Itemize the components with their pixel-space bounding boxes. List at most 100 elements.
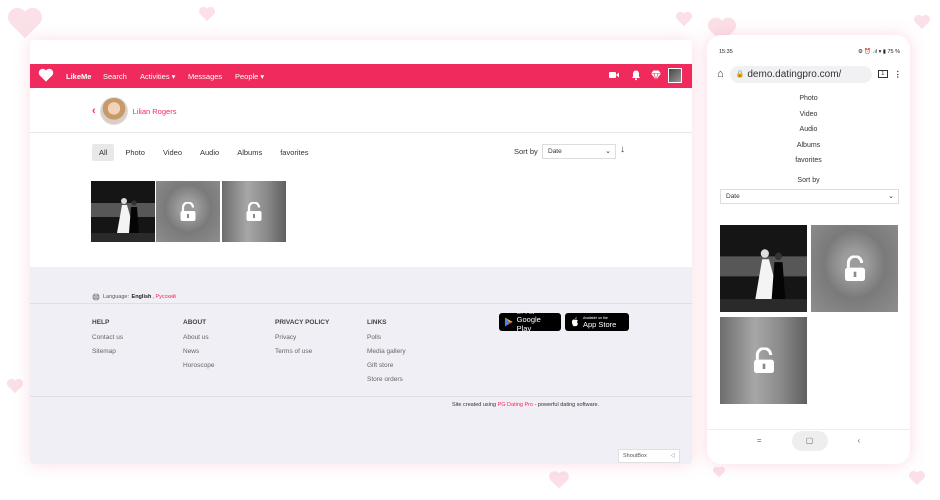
avatar[interactable] xyxy=(99,97,128,125)
mobile-thumb-locked[interactable] xyxy=(811,225,898,312)
nav-search[interactable]: Search xyxy=(103,72,127,81)
mobile-thumb-locked[interactable] xyxy=(720,317,807,404)
heart-decoration-icon xyxy=(712,466,726,478)
diamond-icon[interactable] xyxy=(650,69,662,81)
footer-divider xyxy=(30,303,692,304)
user-avatar[interactable] xyxy=(668,68,682,83)
google-play-button[interactable]: GET IT ON Google Play xyxy=(499,311,561,333)
globe-icon xyxy=(92,293,100,301)
credit-suffix: - powerful dating software. xyxy=(534,402,600,408)
footer-link[interactable]: About us xyxy=(183,334,214,341)
tab-albums[interactable]: Albums xyxy=(230,144,269,161)
mobile-tab-video[interactable]: Video xyxy=(707,107,910,123)
footer-col-privacy: PRIVACY POLICY Privacy Terms of use xyxy=(275,319,329,362)
gallery-thumb-photo[interactable] xyxy=(91,181,155,242)
nav-messages[interactable]: Messages xyxy=(188,72,222,81)
footer-link[interactable]: Contact us xyxy=(92,334,123,341)
bell-icon[interactable] xyxy=(630,69,642,81)
chevron-down-icon: ⌄ xyxy=(605,148,611,155)
google-play-icon xyxy=(504,317,513,327)
recents-icon[interactable]: = xyxy=(757,436,762,445)
home-button[interactable]: ▢ xyxy=(791,430,828,451)
profile-name[interactable]: Lilian Rogers xyxy=(133,107,177,116)
shoutbox-button[interactable]: ShoutBox ◁ xyxy=(618,449,680,463)
mobile-thumb-photo[interactable] xyxy=(720,225,807,312)
tab-photo[interactable]: Photo xyxy=(118,144,152,161)
credit-link[interactable]: PG Dating Pro xyxy=(498,402,533,408)
footer-link[interactable]: Media gallery xyxy=(367,348,406,355)
tab-favorites[interactable]: favorites xyxy=(273,144,315,161)
media-filter-tabs: All Photo Video Audio Albums favorites xyxy=(92,144,320,161)
status-bar: 15:35 ⚙ ⏰ .ıl ▾ ▮ 75 % xyxy=(719,49,900,55)
browser-toolbar: ⌂ 🔒 demo.datingpro.com/ 1 ⋮ xyxy=(717,65,902,83)
mobile-tab-audio[interactable]: Audio xyxy=(707,122,910,138)
footer-link[interactable]: Gift store xyxy=(367,362,406,369)
heart-decoration-icon xyxy=(675,11,693,27)
footer-col-help: HELP Contact us Sitemap xyxy=(92,319,123,362)
shoutbox-label: ShoutBox xyxy=(623,453,647,459)
mobile-tab-photo[interactable]: Photo xyxy=(707,91,910,107)
arrow-down-icon[interactable]: ↓ xyxy=(620,144,625,155)
top-navbar: LikeMe Search Activities ▾ Messages Peop… xyxy=(30,64,692,88)
divider xyxy=(30,132,692,133)
language-russian[interactable]: Русский xyxy=(155,294,175,300)
gallery-thumb-locked[interactable] xyxy=(222,181,286,242)
status-icons: ⚙ ⏰ .ıl ▾ ▮ 75 % xyxy=(857,49,900,55)
mobile-sort-select[interactable]: Date ⌄ xyxy=(720,189,899,204)
language-switcher: Language: English, Русский xyxy=(92,293,176,301)
footer-divider xyxy=(30,396,692,397)
footer-col-links: LINKS Polls Media gallery Gift store Sto… xyxy=(367,319,406,390)
chevron-left-icon[interactable]: ‹ xyxy=(92,105,96,117)
footer-link[interactable]: Polls xyxy=(367,334,406,341)
mobile-tab-albums[interactable]: Albums xyxy=(707,138,910,154)
address-bar[interactable]: 🔒 demo.datingpro.com/ xyxy=(729,65,873,83)
site-credit: Site created using PG Dating Pro - power… xyxy=(452,402,599,408)
mobile-filter-list: Photo Video Audio Albums favorites xyxy=(707,91,910,169)
wedding-photo xyxy=(91,181,155,242)
footer: Language: English, Русский HELP Contact … xyxy=(30,267,692,464)
heart-decoration-icon xyxy=(913,14,931,30)
battery-level: 75 % xyxy=(887,49,900,55)
url-text: demo.datingpro.com/ xyxy=(747,68,842,80)
more-menu-icon[interactable]: ⋮ xyxy=(894,69,903,80)
store-big-text: Google Play xyxy=(516,315,541,333)
heart-logo-icon[interactable] xyxy=(38,68,54,83)
unlock-icon xyxy=(844,255,865,281)
video-icon[interactable] xyxy=(608,69,620,81)
sort-select[interactable]: Date ⌄ xyxy=(542,144,616,159)
heart-decoration-icon xyxy=(6,6,44,40)
language-label: Language: xyxy=(103,294,129,300)
app-store-button[interactable]: Available on the App Store xyxy=(565,313,629,331)
back-icon[interactable]: ‹ xyxy=(858,436,861,445)
tab-video[interactable]: Video xyxy=(156,144,189,161)
home-icon[interactable]: ⌂ xyxy=(717,68,724,80)
mobile-device: 15:35 ⚙ ⏰ .ıl ▾ ▮ 75 % ⌂ 🔒 demo.datingpr… xyxy=(707,35,910,464)
apple-icon xyxy=(572,317,578,327)
heart-decoration-icon xyxy=(198,6,216,22)
circle-icon: ▢ xyxy=(805,436,814,445)
footer-link[interactable]: Privacy xyxy=(275,334,329,341)
tab-all[interactable]: All xyxy=(92,144,115,161)
footer-col-title: PRIVACY POLICY xyxy=(275,319,330,326)
mobile-tab-favorites[interactable]: favorites xyxy=(707,153,910,169)
brand-link[interactable]: LikeMe xyxy=(66,72,91,81)
tab-count-icon[interactable]: 1 xyxy=(878,70,888,78)
store-big-text: App Store xyxy=(583,319,617,329)
footer-col-about: ABOUT About us News Horoscope xyxy=(183,319,214,376)
language-english[interactable]: English xyxy=(132,294,152,300)
unlock-icon xyxy=(180,201,196,221)
footer-link[interactable]: Store orders xyxy=(367,376,406,383)
nav-people[interactable]: People ▾ xyxy=(235,72,264,81)
megaphone-icon: ◁ xyxy=(670,453,675,459)
tab-audio[interactable]: Audio xyxy=(193,144,226,161)
mobile-sort-label: Sort by xyxy=(797,177,820,184)
footer-link[interactable]: Sitemap xyxy=(92,348,123,355)
gallery-thumb-locked[interactable] xyxy=(156,181,220,242)
footer-link[interactable]: News xyxy=(183,348,214,355)
heart-decoration-icon xyxy=(908,470,926,486)
lock-icon: 🔒 xyxy=(735,71,745,78)
footer-link[interactable]: Terms of use xyxy=(275,348,329,355)
footer-link[interactable]: Horoscope xyxy=(183,362,214,369)
nav-activities[interactable]: Activities ▾ xyxy=(140,72,175,81)
footer-col-title: LINKS xyxy=(367,319,387,326)
